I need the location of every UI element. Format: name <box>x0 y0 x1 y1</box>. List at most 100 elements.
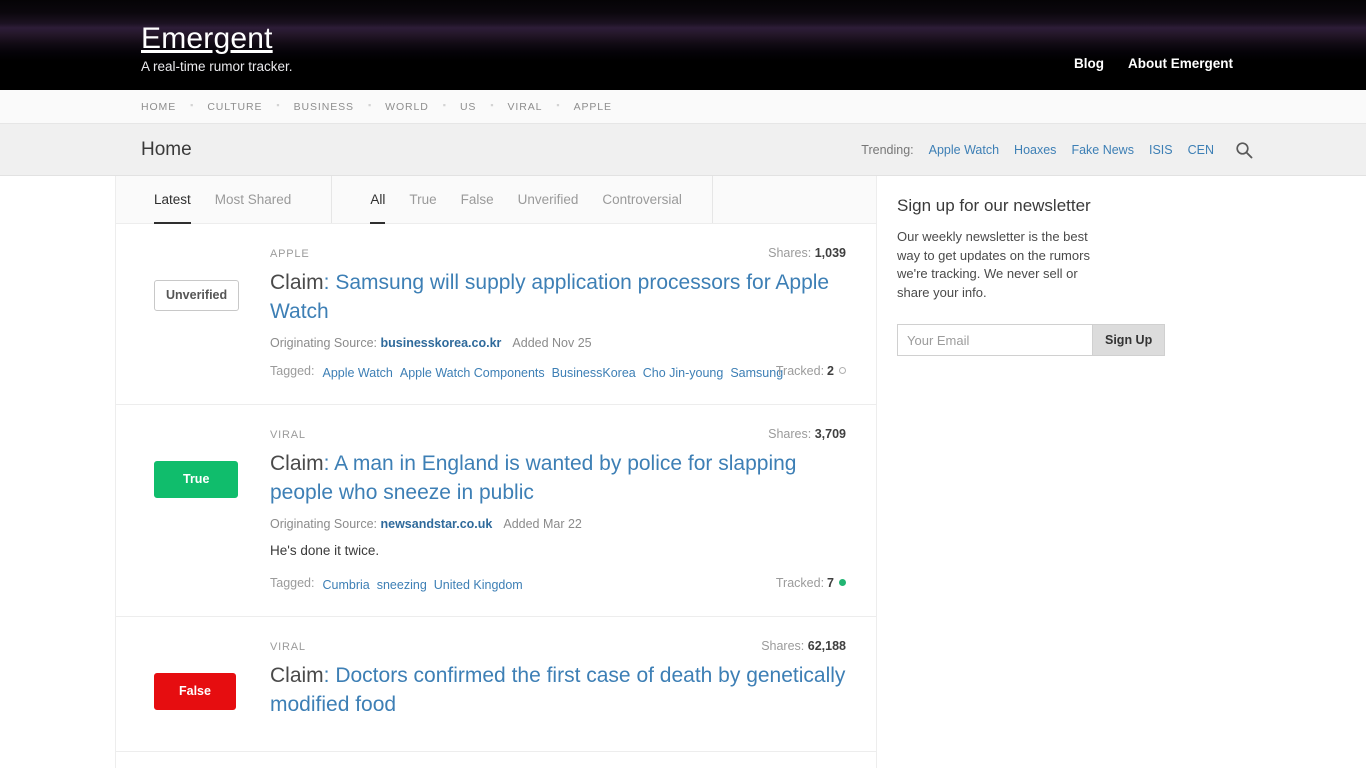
claim-added-date: Added Mar 22 <box>503 517 582 531</box>
sort-tab-latest[interactable]: Latest <box>142 176 203 224</box>
shares-count: 62,188 <box>807 639 846 653</box>
category-nav-separator: ▪ <box>367 100 372 110</box>
trending-link-fake-news[interactable]: Fake News <box>1071 143 1134 157</box>
trending-label: Trending: <box>861 142 914 157</box>
filter-tab-all[interactable]: All <box>358 176 397 224</box>
tracked-status-dot-icon <box>839 367 846 374</box>
tag-link[interactable]: Apple Watch <box>322 366 392 380</box>
claim-title-link[interactable]: Claim: A man in England is wanted by pol… <box>270 449 846 507</box>
sort-tab-group: Latest Most Shared <box>116 176 333 224</box>
masthead-nav-blog[interactable]: Blog <box>1074 57 1104 71</box>
claim-title-text: : A man in England is wanted by police f… <box>270 452 797 504</box>
claim-tags: Cumbria sneezing United Kingdom <box>322 576 529 594</box>
claim-footer: Tagged: Apple Watch Apple Watch Components… <box>270 364 846 382</box>
masthead-nav: Blog About Emergent <box>1074 57 1233 71</box>
trending-link-cen[interactable]: CEN <box>1188 143 1214 157</box>
claim-shares: Shares: 62,188 <box>761 639 846 653</box>
tag-link[interactable]: sneezing <box>377 578 427 592</box>
claim-title-lead: Claim <box>270 271 324 294</box>
claim-meta-top: APPLE Shares: 1,039 <box>270 246 846 260</box>
claim-shares: Shares: 1,039 <box>768 246 846 260</box>
filter-tab-controversial[interactable]: Controversial <box>590 176 694 223</box>
page-title: Home <box>141 138 192 160</box>
claim-shares: Shares: 3,709 <box>768 427 846 441</box>
page-body: Latest Most Shared All True False Unverified… <box>103 176 1263 768</box>
tag-link[interactable]: BusinessKorea <box>552 366 636 380</box>
claim-meta-top: VIRAL Shares: 3,709 <box>270 427 846 441</box>
claim-badge-column: Unverified <box>116 246 270 382</box>
claim-footer: Tagged: Cumbria sneezing United Kingdom Trac… <box>270 576 846 594</box>
claim-source: Originating Source: businesskorea.co.kr A… <box>270 336 846 350</box>
claim-badge-column: False <box>116 639 270 729</box>
claim-title-text: : Doctors confirmed the first case of de… <box>270 664 846 716</box>
claim-added-date: Added Nov 25 <box>512 336 592 350</box>
shares-label: Shares: <box>761 639 805 653</box>
brand-tagline: A real-time rumor tracker. <box>141 59 293 74</box>
status-badge[interactable]: True <box>154 461 239 498</box>
category-nav-separator: ▪ <box>276 100 280 110</box>
trending-link-hoaxes[interactable]: Hoaxes <box>1014 143 1056 157</box>
status-badge[interactable]: False <box>154 673 236 710</box>
tracked-status-dot-icon <box>839 579 846 586</box>
newsletter-description: Our weekly newsletter is the best way to… <box>897 229 1090 300</box>
masthead: Emergent A real-time rumor tracker. Blog… <box>0 0 1366 90</box>
category-nav-item-viral[interactable]: VIRAL <box>508 101 543 113</box>
category-nav-separator: ▪ <box>556 100 560 110</box>
tracked-count: 7 <box>827 576 834 590</box>
claim-tracked: Tracked: 7 <box>776 576 846 590</box>
sign-up-button[interactable]: Sign Up <box>1092 324 1166 356</box>
page-titlebar: Home Trending: Apple Watch Hoaxes Fake New… <box>0 124 1366 176</box>
tracked-count: 2 <box>827 364 834 378</box>
claims-list: Unverified APPLE Shares: 1,039 Claim: Samsu… <box>116 224 876 752</box>
tag-link[interactable]: United Kingdom <box>434 578 523 592</box>
claim-description: He's done it twice. <box>270 543 380 558</box>
claim-tracked: Tracked: 2 <box>776 364 846 378</box>
claim-card: True VIRAL Shares: 3,709 Claim: A man in En… <box>116 405 876 617</box>
category-nav-item-business[interactable]: BUSINESS <box>294 101 354 113</box>
shares-count: 3,709 <box>814 427 846 441</box>
claim-title-lead: Claim <box>270 664 324 687</box>
email-field[interactable] <box>897 324 1092 356</box>
status-badge[interactable]: Unverified <box>154 280 240 311</box>
claim-title-lead: Claim <box>270 452 324 475</box>
claim-category[interactable]: VIRAL <box>270 429 306 441</box>
brand-title[interactable]: Emergent <box>141 24 273 54</box>
claim-title-link[interactable]: Claim: Samsung will supply application p… <box>270 268 846 326</box>
search-icon <box>1236 141 1253 158</box>
tracked-label: Tracked: <box>775 364 825 378</box>
trending-link-isis[interactable]: ISIS <box>1149 143 1173 157</box>
masthead-nav-about-emergent[interactable]: About Emergent <box>1128 57 1233 71</box>
sort-tab-most-shared[interactable]: Most Shared <box>203 176 304 223</box>
claim-body: VIRAL Shares: 3,709 Claim: A man in Englan… <box>270 427 876 594</box>
originating-source-link[interactable]: newsandstar.co.uk <box>381 517 493 531</box>
shares-label: Shares: <box>768 427 812 441</box>
search-button[interactable] <box>1235 141 1253 159</box>
tagged-label: Tagged: <box>270 364 315 378</box>
category-nav-item-culture[interactable]: CULTURE <box>207 101 262 113</box>
filter-tab-true[interactable]: True <box>397 176 448 223</box>
tracked-label: Tracked: <box>775 576 825 590</box>
category-nav-item-us[interactable]: US <box>460 101 476 113</box>
filter-tab-false[interactable]: False <box>449 176 506 223</box>
claim-title-link[interactable]: Claim: Doctors confirmed the first case … <box>270 661 846 719</box>
claim-category[interactable]: VIRAL <box>270 641 306 653</box>
claim-title-text: : Samsung will supply application proces… <box>270 271 830 323</box>
tag-link[interactable]: Cho Jin-young <box>643 366 724 380</box>
category-nav-item-home[interactable]: HOME <box>141 101 176 113</box>
tag-link[interactable]: Apple Watch Components <box>400 366 545 380</box>
category-nav-item-apple[interactable]: APPLE <box>574 101 612 113</box>
shares-label: Shares: <box>768 246 812 260</box>
filter-tab-unverified[interactable]: Unverified <box>506 176 591 223</box>
filter-tabs-row: Latest Most Shared All True False Unverified… <box>116 176 876 224</box>
claim-source: Originating Source: newsandstar.co.uk Add… <box>270 517 846 531</box>
trending-link-apple-watch[interactable]: Apple Watch <box>929 143 999 157</box>
category-nav: HOME ▪ CULTURE ▪ BUSINESS ▪ WORLD ▪ US ▪ VIRAL ▪ APP… <box>0 90 1366 124</box>
claim-category[interactable]: APPLE <box>270 248 309 260</box>
claim-body: VIRAL Shares: 62,188 Claim: Doctors confir… <box>270 639 876 729</box>
status-filter-tab-group: All True False Unverified Controversial <box>332 176 713 224</box>
tag-link[interactable]: Cumbria <box>322 578 369 592</box>
category-nav-item-world[interactable]: WORLD <box>385 101 429 113</box>
trending-bar: Trending: Apple Watch Hoaxes Fake News ISIS… <box>861 141 1253 159</box>
claims-column: Latest Most Shared All True False Unverified… <box>115 176 877 768</box>
originating-source-link[interactable]: businesskorea.co.kr <box>381 336 502 350</box>
